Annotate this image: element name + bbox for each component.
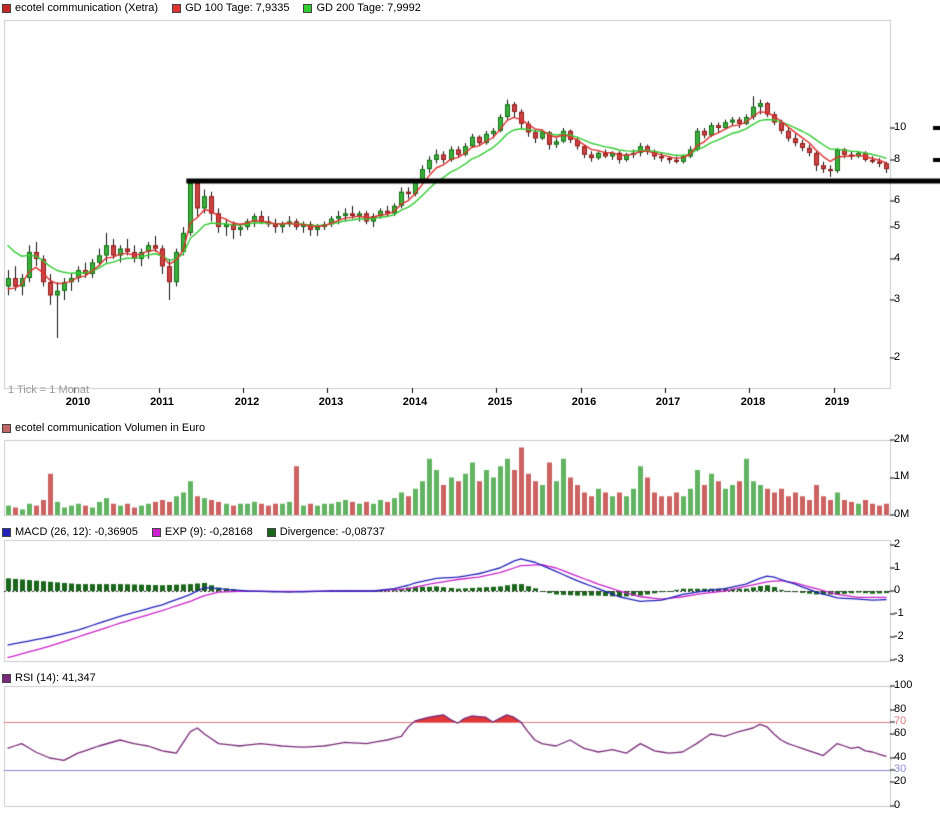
xtick-2016: 2016 [566, 396, 602, 408]
rsi-chart-canvas [0, 665, 940, 814]
macd-ytick-m1: -1 [894, 607, 904, 619]
exp-swatch-icon [152, 528, 161, 537]
price-panel: ecotel communication (Xetra) GD 100 Tage… [0, 0, 940, 420]
gd200-label: GD 200 Tage: 7,9992 [316, 2, 420, 14]
price-ytick-10: 10 [894, 121, 906, 133]
divergence-legend-item: Divergence: -0,08737 [267, 526, 385, 538]
price-ytick-8: 8 [894, 153, 900, 165]
macd-ytick-1: 1 [894, 561, 900, 573]
rsi-ytick-100: 100 [894, 679, 912, 691]
exp-label: EXP (9): -0,28168 [165, 526, 253, 538]
exp-legend-item: EXP (9): -0,28168 [152, 526, 253, 538]
xtick-2014: 2014 [397, 396, 433, 408]
price-legend: ecotel communication (Xetra) GD 100 Tage… [2, 2, 421, 14]
price-chart-canvas [0, 0, 940, 420]
xtick-2019: 2019 [819, 396, 855, 408]
volume-legend: ecotel communication Volumen in Euro [2, 422, 205, 434]
xtick-2018: 2018 [735, 396, 771, 408]
xtick-2011: 2011 [144, 396, 180, 408]
gd200-swatch-icon [303, 4, 312, 13]
macd-legend: MACD (26, 12): -0,36905 EXP (9): -0,2816… [2, 526, 385, 538]
macd-ytick-0: 0 [894, 584, 900, 596]
price-series-swatch-icon [2, 4, 11, 13]
divergence-swatch-icon [267, 528, 276, 537]
gd100-swatch-icon [172, 4, 181, 13]
volume-panel: ecotel communication Volumen in Euro 2M … [0, 420, 940, 520]
volume-swatch-icon [2, 424, 11, 433]
volume-ytick-2m: 2M [894, 433, 909, 445]
divergence-label: Divergence: -0,08737 [280, 526, 385, 538]
tick-interval-note: 1 Tick = 1 Monat [8, 384, 89, 396]
rsi-ytick-0: 0 [894, 799, 900, 811]
xtick-2013: 2013 [313, 396, 349, 408]
rsi-ytick-30: 30 [894, 763, 906, 775]
rsi-ytick-70: 70 [894, 715, 906, 727]
rsi-ytick-20: 20 [894, 775, 906, 787]
rsi-ytick-40: 40 [894, 751, 906, 763]
price-legend-item: ecotel communication (Xetra) [2, 2, 158, 14]
rsi-legend: RSI (14): 41,347 [2, 672, 96, 684]
rsi-ytick-80: 80 [894, 703, 906, 715]
macd-label: MACD (26, 12): -0,36905 [15, 526, 138, 538]
rsi-legend-item: RSI (14): 41,347 [2, 672, 96, 684]
rsi-label: RSI (14): 41,347 [15, 672, 96, 684]
macd-ytick-m2: -2 [894, 630, 904, 642]
volume-chart-canvas [0, 420, 940, 520]
gd200-legend-item: GD 200 Tage: 7,9992 [303, 2, 420, 14]
macd-ytick-2: 2 [894, 538, 900, 550]
macd-ytick-m3: -3 [894, 653, 904, 665]
macd-chart-canvas [0, 520, 940, 665]
stock-chart: ecotel communication (Xetra) GD 100 Tage… [0, 0, 940, 814]
rsi-ytick-60: 60 [894, 727, 906, 739]
volume-ytick-1m: 1M [894, 470, 909, 482]
macd-legend-item: MACD (26, 12): -0,36905 [2, 526, 138, 538]
price-ytick-4: 4 [894, 252, 900, 264]
price-ytick-3: 3 [894, 293, 900, 305]
xtick-2010: 2010 [60, 396, 96, 408]
price-series-label: ecotel communication (Xetra) [15, 2, 158, 14]
macd-panel: MACD (26, 12): -0,36905 EXP (9): -0,2816… [0, 520, 940, 665]
volume-series-label: ecotel communication Volumen in Euro [15, 422, 205, 434]
price-ytick-6: 6 [894, 194, 900, 206]
macd-swatch-icon [2, 528, 11, 537]
xtick-2017: 2017 [650, 396, 686, 408]
rsi-panel: RSI (14): 41,347 100 80 70 60 40 30 20 0 [0, 665, 940, 814]
rsi-swatch-icon [2, 674, 11, 683]
xtick-2012: 2012 [229, 396, 265, 408]
gd100-legend-item: GD 100 Tage: 7,9335 [172, 2, 289, 14]
price-ytick-2: 2 [894, 351, 900, 363]
volume-ytick-0m: 0M [894, 508, 909, 520]
price-ytick-5: 5 [894, 220, 900, 232]
xtick-2015: 2015 [482, 396, 518, 408]
gd100-label: GD 100 Tage: 7,9335 [185, 2, 289, 14]
volume-legend-item: ecotel communication Volumen in Euro [2, 422, 205, 434]
